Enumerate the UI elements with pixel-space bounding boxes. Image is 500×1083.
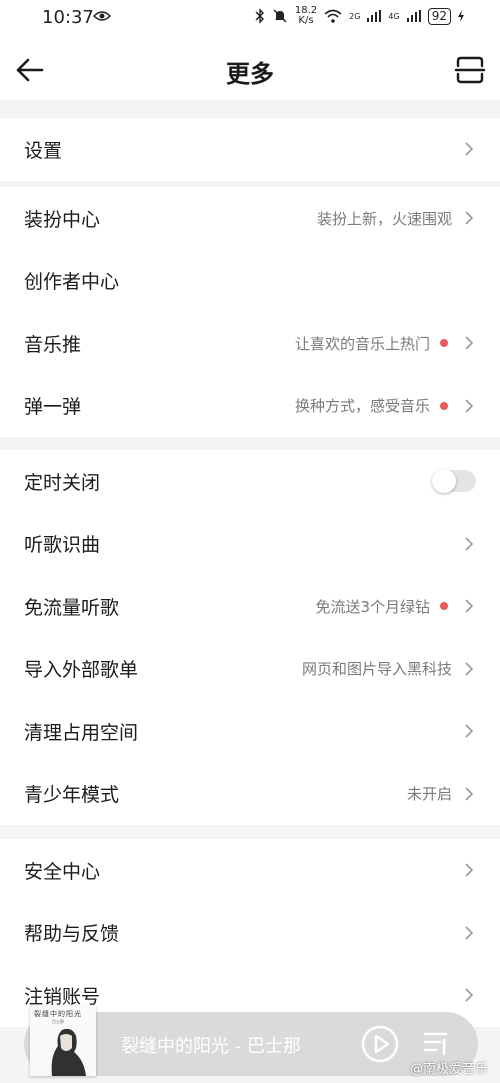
red-dot-badge xyxy=(440,339,448,348)
chevron-right-icon xyxy=(465,724,474,738)
menu-group: 装扮中心 装扮上新，火速围观创作者中心音乐推 让喜欢的音乐上热门弹一弹 换种方式，感受… xyxy=(0,187,500,437)
menu-row-label: 设置 xyxy=(24,139,63,162)
menu-row-label: 导入外部歌单 xyxy=(24,659,139,682)
chevron-right-icon xyxy=(465,399,474,413)
menu-group: 安全中心帮助与反馈注销账号 xyxy=(0,839,500,1027)
network-speed-unit: K/s xyxy=(298,15,314,26)
timer-toggle[interactable] xyxy=(432,469,476,494)
chevron-right-icon xyxy=(465,336,474,350)
signal-1-label: 2G xyxy=(349,11,361,21)
menu-row-label: 听歌识曲 xyxy=(24,534,101,557)
status-icons: 18.2 K/s 2G 4G 92 xyxy=(255,6,464,26)
menu-row-subtitle: 未开启 xyxy=(406,785,452,804)
chevron-right-icon xyxy=(465,211,474,225)
menu-row-label: 帮助与反馈 xyxy=(24,923,120,946)
top-bar: 更多 xyxy=(0,38,500,100)
signal-2-label: 4G xyxy=(388,11,400,21)
mute-bell-icon xyxy=(273,9,287,23)
menu-group: 定时关闭听歌识曲免流量听歌 免流送3个月绿钻导入外部歌单 网页和图片导入黑科技清理占… xyxy=(0,450,500,825)
wifi-icon xyxy=(324,9,342,23)
menu-row-label: 青少年模式 xyxy=(24,784,120,807)
battery-level: 92 xyxy=(427,7,451,25)
menu-row-label: 定时关闭 xyxy=(24,471,101,494)
menu-row[interactable]: 创作者中心 xyxy=(0,250,500,313)
signal-1-icon xyxy=(367,10,382,22)
network-speed: 18.2 K/s xyxy=(295,6,317,26)
scan-icon[interactable] xyxy=(454,54,486,86)
menu-row-subtitle: 让喜欢的音乐上热门 xyxy=(294,334,430,353)
charging-icon xyxy=(458,10,464,22)
menu-row[interactable]: 清理占用空间 xyxy=(0,700,500,763)
menu-group: 设置 xyxy=(0,118,500,181)
menu-row-label: 安全中心 xyxy=(24,860,101,883)
menu-row-subtitle: 装扮上新，火速围观 xyxy=(316,209,452,228)
menu-row-label: 装扮中心 xyxy=(24,208,101,231)
red-dot-badge xyxy=(440,401,448,410)
status-bar: 10:37 18.2 K/s 2G 4G 92 xyxy=(0,0,500,38)
menu-row[interactable]: 青少年模式 未开启 xyxy=(0,763,500,826)
chevron-right-icon xyxy=(465,599,474,613)
chevron-right-icon xyxy=(465,537,474,551)
album-cover[interactable]: 裂缝中的阳光 巴士那 xyxy=(30,1006,96,1076)
chevron-right-icon xyxy=(465,142,474,156)
menu-row-subtitle: 换种方式，感受音乐 xyxy=(294,397,430,416)
playlist-icon[interactable] xyxy=(422,1028,452,1058)
artist-portrait xyxy=(51,1028,86,1076)
menu-row-subtitle: 免流送3个月绿钻 xyxy=(315,597,430,616)
eye-icon xyxy=(93,11,111,21)
chevron-right-icon xyxy=(465,988,474,1002)
menu-row[interactable]: 帮助与反馈 xyxy=(0,902,500,965)
menu-row[interactable]: 安全中心 xyxy=(0,839,500,902)
menu-row[interactable]: 装扮中心 装扮上新，火速围观 xyxy=(0,187,500,250)
menu-row[interactable]: 弹一弹 换种方式，感受音乐 xyxy=(0,375,500,438)
now-playing-title[interactable]: 裂缝中的阳光 - 巴士那 xyxy=(121,1032,301,1058)
signal-2-icon xyxy=(406,10,421,22)
menu-row-label: 清理占用空间 xyxy=(24,721,139,744)
page-title: 更多 xyxy=(226,60,274,88)
red-dot-badge xyxy=(440,602,448,611)
chevron-right-icon xyxy=(465,662,474,676)
watermark: @南极爱音乐 xyxy=(409,1062,488,1077)
menu-row[interactable]: 定时关闭 xyxy=(0,450,500,513)
menu-row[interactable]: 导入外部歌单 网页和图片导入黑科技 xyxy=(0,638,500,701)
chevron-right-icon xyxy=(465,926,474,940)
menu-row-label: 音乐推 xyxy=(24,333,82,356)
menu-row-subtitle: 网页和图片导入黑科技 xyxy=(301,660,452,679)
menu-row-label: 注销账号 xyxy=(24,985,101,1008)
play-icon[interactable] xyxy=(360,1024,400,1064)
status-time: 10:37 xyxy=(42,7,94,28)
chevron-right-icon xyxy=(465,863,474,877)
toggle-knob xyxy=(432,469,456,494)
menu-row-label: 免流量听歌 xyxy=(24,596,120,619)
menu-row[interactable]: 免流量听歌 免流送3个月绿钻 xyxy=(0,575,500,638)
chevron-right-icon xyxy=(465,787,474,801)
menu-row[interactable]: 音乐推 让喜欢的音乐上热门 xyxy=(0,312,500,375)
bluetooth-icon xyxy=(255,8,264,24)
menu-row-label: 弹一弹 xyxy=(24,396,82,419)
menu-row[interactable]: 设置 xyxy=(0,118,500,181)
menu-row-label: 创作者中心 xyxy=(24,271,120,294)
menu-row[interactable]: 听歌识曲 xyxy=(0,513,500,576)
